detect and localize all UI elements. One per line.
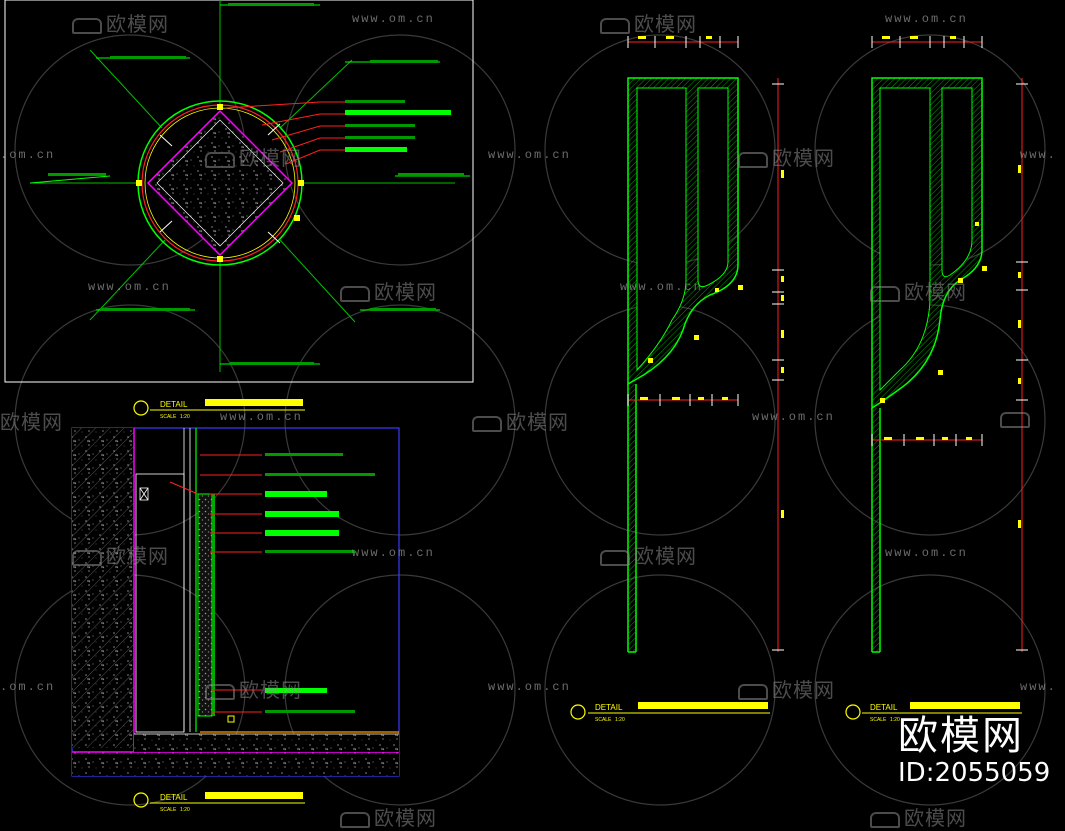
watermark-brand: 欧模网 bbox=[205, 142, 302, 171]
watermark-brand: 欧模网 bbox=[472, 406, 569, 435]
watermark-brand: 欧模网 bbox=[738, 142, 835, 171]
watermark-brand: 欧模网 bbox=[0, 410, 63, 434]
scale-value: 1:20 bbox=[180, 414, 190, 420]
watermark-url: www.om.cn bbox=[220, 410, 303, 424]
scale-label: SCALE bbox=[160, 414, 177, 420]
scale-label: SCALE bbox=[595, 717, 612, 723]
wall-section-title: DETAIL SCALE 1:20 bbox=[133, 792, 305, 813]
watermark-brand: 欧模网 bbox=[600, 8, 697, 37]
watermark-url: .om.cn bbox=[0, 148, 56, 162]
brand-name: 欧模网 bbox=[898, 713, 1024, 759]
column-plan-drawing: DETAIL SCALE 1:20 bbox=[4, 0, 474, 420]
watermark-url: www. bbox=[1020, 148, 1057, 162]
brand-id: ID:2055059 bbox=[898, 758, 1051, 788]
watermark-brand bbox=[1000, 406, 1034, 430]
scale-value: 1:20 bbox=[615, 717, 625, 723]
watermark-url: .om.cn bbox=[0, 680, 56, 694]
watermark-brand: 欧模网 bbox=[870, 276, 967, 305]
watermark-url: www.om.cn bbox=[352, 12, 435, 26]
watermark-brand: 欧模网 bbox=[738, 674, 835, 703]
watermark-brand: 欧模网 bbox=[600, 540, 697, 569]
watermark-url: www.om.cn bbox=[352, 546, 435, 560]
watermark-url: www.om.cn bbox=[488, 680, 571, 694]
watermark-url: www.om.cn bbox=[885, 12, 968, 26]
profile-1-title: DETAIL SCALE 1:20 bbox=[570, 702, 770, 723]
scale-label: SCALE bbox=[160, 807, 177, 813]
scale-value: 1:20 bbox=[180, 807, 190, 813]
wall-section-drawing: DETAIL SCALE 1:20 bbox=[71, 427, 400, 813]
watermark-brand: 欧模网 bbox=[340, 276, 437, 305]
watermark-brand: 欧模网 bbox=[340, 802, 437, 831]
watermark-url: www.om.cn bbox=[752, 410, 835, 424]
watermark-url: www.om.cn bbox=[885, 546, 968, 560]
profile-elevation-2: DETAIL SCALE 1:20 bbox=[845, 36, 1028, 723]
detail-label: DETAIL bbox=[595, 703, 623, 712]
detail-label: DETAIL bbox=[870, 703, 898, 712]
watermark-brand: 欧模网 bbox=[72, 540, 169, 569]
watermark-url: www.om.cn bbox=[88, 280, 171, 294]
watermark-url: www.om.cn bbox=[488, 148, 571, 162]
watermark-url: www.om.cn bbox=[620, 280, 703, 294]
brand-stamp: 欧模网 ID:2055059 bbox=[898, 713, 1051, 788]
watermark-url: www. bbox=[1020, 680, 1057, 694]
watermark-brand: 欧模网 bbox=[205, 674, 302, 703]
detail-label: DETAIL bbox=[160, 400, 188, 409]
watermark-brand: 欧模网 bbox=[72, 8, 169, 37]
profile-elevation-1: DETAIL SCALE 1:20 bbox=[570, 36, 784, 723]
scale-label: SCALE bbox=[870, 717, 887, 723]
detail-label: DETAIL bbox=[160, 793, 188, 802]
watermark-brand: 欧模网 bbox=[870, 802, 967, 831]
